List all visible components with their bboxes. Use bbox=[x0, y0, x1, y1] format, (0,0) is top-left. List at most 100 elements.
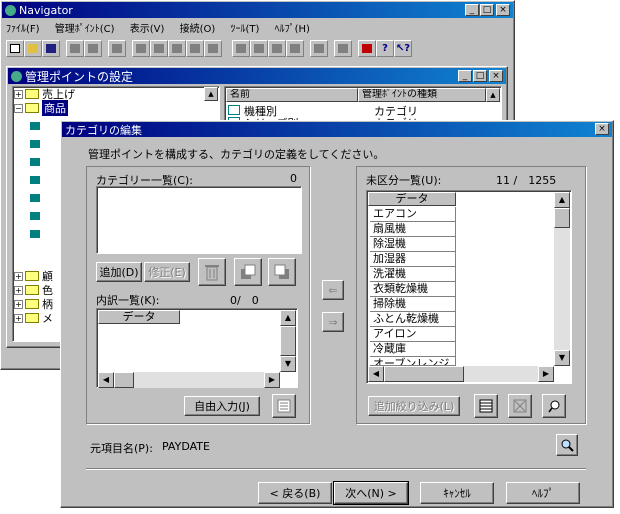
list-item[interactable]: 洗濯機 bbox=[370, 267, 456, 282]
expand-plus-icon[interactable]: + bbox=[14, 285, 23, 295]
mgmt-close-button[interactable]: × bbox=[489, 70, 503, 82]
next-button[interactable]: 次へ(N) > bbox=[333, 481, 409, 505]
tool-icon-15[interactable] bbox=[286, 40, 304, 57]
tree-item-sales[interactable]: + 売上げ bbox=[14, 87, 75, 101]
tool-icon-10[interactable] bbox=[186, 40, 204, 57]
tree-item-pattern[interactable]: + 柄 bbox=[14, 297, 53, 311]
expand-plus-icon[interactable]: + bbox=[14, 271, 23, 281]
tool-icon-7[interactable] bbox=[132, 40, 150, 57]
context-help-icon[interactable]: ↖? bbox=[394, 40, 412, 57]
list-item[interactable]: 扇風機 bbox=[370, 222, 456, 237]
list-header-type[interactable]: 管理ﾎﾟｲﾝﾄの種類 bbox=[358, 88, 486, 102]
modify-button[interactable]: 修正(E) bbox=[144, 262, 190, 282]
menu-view[interactable]: 表示(V) bbox=[130, 24, 165, 35]
breakdown-hscroll[interactable]: ◀ ▶ bbox=[98, 372, 280, 388]
category-listbox[interactable] bbox=[96, 186, 302, 254]
minimize-button[interactable]: _ bbox=[465, 4, 479, 16]
grid-list-icon[interactable] bbox=[474, 394, 498, 418]
tool-icon-16[interactable] bbox=[310, 40, 328, 57]
dialog-close-button[interactable]: × bbox=[595, 123, 609, 135]
menu-connect[interactable]: 接続(O) bbox=[180, 24, 216, 35]
mgmt-titlebar[interactable]: 管理ポイントの設定 _ □ × bbox=[8, 68, 506, 84]
zoom-search-icon[interactable] bbox=[556, 434, 578, 456]
breakdown-column-header[interactable]: データ bbox=[98, 310, 180, 324]
list-item[interactable]: アイロン bbox=[370, 327, 456, 342]
list-item[interactable]: 除湿機 bbox=[370, 237, 456, 252]
dialog-titlebar[interactable]: カテゴリの編集 × bbox=[62, 122, 612, 137]
scroll-up-arrow[interactable]: ▲ bbox=[554, 192, 570, 208]
tool-icon-13[interactable] bbox=[250, 40, 268, 57]
list-item[interactable]: ふとん乾燥機 bbox=[370, 312, 456, 327]
tool-icon-17[interactable] bbox=[334, 40, 352, 57]
delete-trash-icon[interactable] bbox=[198, 258, 226, 286]
tool-icon-5[interactable] bbox=[84, 40, 102, 57]
scroll-thumb[interactable] bbox=[280, 326, 296, 356]
save-icon[interactable] bbox=[42, 40, 60, 57]
tree-vscroll-up[interactable]: ▲ bbox=[204, 87, 218, 101]
tool-icon-18[interactable] bbox=[358, 40, 376, 57]
new-file-icon[interactable] bbox=[6, 40, 24, 57]
scroll-thumb[interactable] bbox=[554, 208, 570, 228]
transfer-right-button[interactable]: ⇒ bbox=[322, 312, 344, 332]
scroll-thumb[interactable] bbox=[384, 366, 464, 382]
scroll-down-arrow[interactable]: ▼ bbox=[554, 350, 570, 366]
expand-plus-icon[interactable]: + bbox=[14, 313, 23, 323]
list-item[interactable]: 掃除機 bbox=[370, 297, 456, 312]
tree-item-customer[interactable]: + 顧 bbox=[14, 269, 53, 283]
cancel-button[interactable]: ｷｬﾝｾﾙ bbox=[420, 482, 494, 504]
breakdown-vscroll[interactable]: ▲ ▼ bbox=[280, 310, 296, 372]
clear-filter-icon[interactable] bbox=[508, 394, 532, 418]
transfer-left-button[interactable]: ⇐ bbox=[322, 280, 344, 300]
mgmt-maximize-button[interactable]: □ bbox=[473, 70, 487, 82]
menu-help[interactable]: ﾍﾙﾌﾟ(H) bbox=[275, 24, 310, 35]
tool-icon-12[interactable] bbox=[232, 40, 250, 57]
scroll-left-arrow[interactable]: ◀ bbox=[368, 366, 384, 382]
list-item[interactable]: エアコン bbox=[370, 207, 456, 222]
list-item[interactable]: 冷蔵庫 bbox=[370, 342, 456, 357]
tool-icon-4[interactable] bbox=[66, 40, 84, 57]
unclassified-vscroll[interactable]: ▲ ▼ bbox=[554, 192, 570, 366]
tree-item-maker[interactable]: + メ bbox=[14, 311, 53, 325]
scroll-right-arrow[interactable]: ▶ bbox=[538, 366, 554, 382]
close-button[interactable]: × bbox=[496, 4, 510, 16]
tool-icon-6[interactable] bbox=[108, 40, 126, 57]
move-up-icon[interactable] bbox=[234, 258, 262, 286]
unclassified-hscroll[interactable]: ◀ ▶ bbox=[368, 366, 554, 382]
scroll-right-arrow[interactable]: ▶ bbox=[264, 372, 280, 388]
list-header-name[interactable]: 名前 bbox=[226, 88, 358, 102]
scroll-left-arrow[interactable]: ◀ bbox=[98, 372, 114, 388]
tree-item-product[interactable]: − 商品 bbox=[14, 100, 68, 116]
tool-icon-11[interactable] bbox=[204, 40, 222, 57]
tool-icon-9[interactable] bbox=[168, 40, 186, 57]
unclassified-column-header[interactable]: データ bbox=[368, 192, 456, 206]
expand-plus-icon[interactable]: + bbox=[14, 299, 23, 309]
scroll-thumb[interactable] bbox=[114, 372, 134, 388]
tool-icon-14[interactable] bbox=[268, 40, 286, 57]
list-vscroll-up[interactable]: ▲ bbox=[486, 88, 500, 102]
back-button[interactable]: < 戻る(B) bbox=[258, 482, 332, 504]
list-item[interactable]: オーブンレンジ bbox=[370, 357, 456, 366]
collapse-minus-icon[interactable]: − bbox=[14, 103, 23, 113]
list-view-icon[interactable] bbox=[272, 394, 296, 418]
tool-icon-8[interactable] bbox=[150, 40, 168, 57]
mgmt-minimize-button[interactable]: _ bbox=[458, 70, 472, 82]
free-input-button[interactable]: 自由入力(J) bbox=[184, 396, 260, 416]
move-down-icon[interactable] bbox=[268, 258, 296, 286]
filter-search-icon[interactable] bbox=[542, 394, 566, 418]
help-button[interactable]: ﾍﾙﾌﾟ bbox=[506, 482, 580, 504]
expand-plus-icon[interactable]: + bbox=[14, 89, 23, 99]
menu-file[interactable]: ﾌｧｲﾙ(F) bbox=[6, 24, 40, 35]
add-filter-button[interactable]: 追加絞り込み(L) bbox=[368, 396, 460, 416]
maximize-button[interactable]: □ bbox=[480, 4, 494, 16]
list-item[interactable]: 衣類乾燥機 bbox=[370, 282, 456, 297]
scroll-down-arrow[interactable]: ▼ bbox=[280, 356, 296, 372]
menu-mgmt-point[interactable]: 管理ﾎﾟｲﾝﾄ(C) bbox=[55, 24, 115, 35]
open-folder-icon[interactable] bbox=[24, 40, 42, 57]
help-question-icon[interactable]: ? bbox=[376, 40, 394, 57]
main-titlebar[interactable]: Navigator _ □ × bbox=[2, 2, 513, 18]
menu-tools[interactable]: ﾂｰﾙ(T) bbox=[230, 24, 259, 35]
list-item[interactable]: 加湿器 bbox=[370, 252, 456, 267]
scroll-up-arrow[interactable]: ▲ bbox=[280, 310, 296, 326]
tree-item-color[interactable]: + 色 bbox=[14, 283, 53, 297]
add-button[interactable]: 追加(D) bbox=[96, 262, 142, 282]
